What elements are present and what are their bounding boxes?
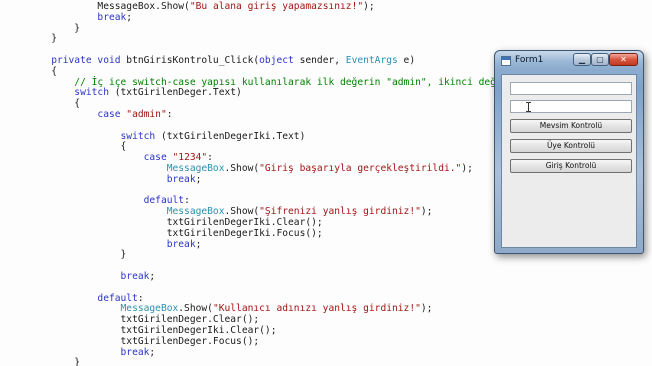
- minimize-button[interactable]: ▁: [573, 53, 591, 66]
- code-token: );: [461, 163, 473, 174]
- code-token: "Giriş başarıyla gerçekleştirildi.": [259, 163, 462, 174]
- form-icon: [501, 56, 511, 66]
- code-token: case: [5, 109, 127, 120]
- code-token: sender,: [293, 55, 346, 66]
- code-token: (txtGirilenDegerIki.Text): [155, 130, 306, 142]
- code-token: "admin": [126, 109, 167, 120]
- uye-kontrolu-button[interactable]: Üye Kontrolü: [510, 139, 632, 153]
- code-line: break;: [5, 173, 202, 187]
- code-token: break: [5, 173, 196, 185]
- code-token: );: [420, 303, 433, 315]
- close-button[interactable]: ✕: [609, 53, 638, 66]
- giris-kontrolu-button[interactable]: Giriş Kontrolü: [510, 159, 632, 173]
- code-token: e): [397, 55, 416, 66]
- code-token: .Show(: [224, 163, 260, 174]
- code-token: ;: [195, 173, 202, 185]
- code-token: "Bu alana giriş yapamazsınız!": [189, 1, 364, 12]
- code-token: :: [166, 109, 173, 120]
- ibeam-cursor-icon: [526, 102, 531, 112]
- code-token: ;: [149, 346, 156, 358]
- mevsim-kontrolu-button[interactable]: Mevsim Kontrolü: [510, 119, 632, 133]
- code-token: (txtGirilenDeger.Text): [108, 87, 242, 99]
- code-token: }: [5, 357, 81, 366]
- maximize-button[interactable]: ▢: [591, 53, 609, 66]
- code-token: ;: [149, 271, 156, 282]
- code-line: private void btnGirisKontrolu_Click(obje…: [5, 54, 415, 68]
- username-textbox[interactable]: [510, 82, 632, 95]
- code-line: }: [5, 356, 80, 366]
- code-token: ;: [195, 238, 202, 250]
- code-token: ;: [126, 11, 133, 23]
- window-title: Form1: [515, 55, 544, 65]
- form1-window[interactable]: Form1 ▁ ▢ ✕ Mevsim Kontrolü Üye Kontrolü…: [494, 50, 644, 254]
- code-line: case "admin":: [5, 108, 173, 122]
- code-token: btnGirisKontrolu_Click(: [126, 55, 260, 66]
- title-bar[interactable]: Form1 ▁ ▢ ✕: [495, 51, 643, 71]
- form-client-area: Mevsim Kontrolü Üye Kontrolü Giriş Kontr…: [501, 74, 637, 248]
- code-token: break: [5, 271, 150, 282]
- code-line: }: [5, 32, 57, 46]
- code-token: object: [259, 55, 294, 66]
- password-textbox[interactable]: [510, 100, 632, 113]
- code-token: }: [5, 33, 57, 45]
- code-token: );: [363, 1, 375, 12]
- code-line: break;: [5, 270, 156, 284]
- code-token: EventArgs: [345, 55, 398, 66]
- code-token: }: [5, 249, 127, 261]
- code-line: }: [5, 248, 127, 262]
- code-token: );: [420, 206, 433, 218]
